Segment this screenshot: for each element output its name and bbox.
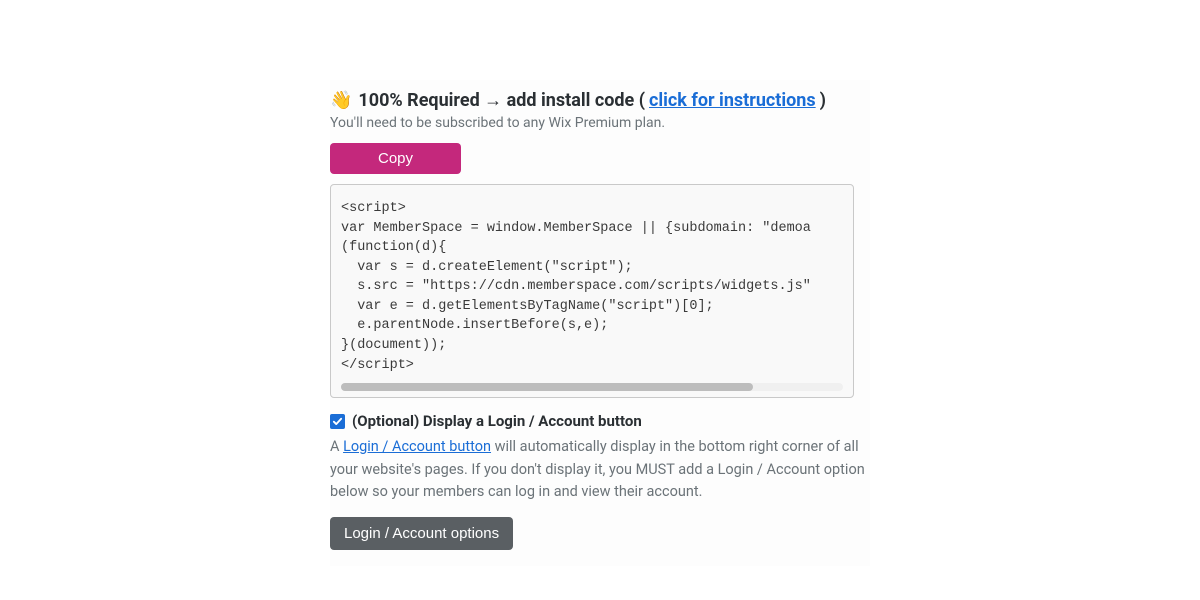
login-account-button-link[interactable]: Login / Account button — [343, 438, 491, 455]
display-login-checkbox[interactable] — [330, 414, 345, 429]
login-account-options-button[interactable]: Login / Account options — [330, 517, 513, 550]
copy-button[interactable]: Copy — [330, 143, 461, 174]
heading-text-after: ) — [820, 90, 826, 111]
scrollbar-thumb[interactable] — [341, 383, 753, 391]
instructions-link[interactable]: click for instructions — [649, 90, 816, 111]
display-login-option-row: (Optional) Display a Login / Account but… — [330, 412, 870, 430]
display-login-label: (Optional) Display a Login / Account but… — [352, 412, 642, 430]
code-snippet: <script> var MemberSpace = window.Member… — [341, 199, 843, 375]
desc-before: A — [330, 438, 343, 455]
subtext: You'll need to be subscribed to any Wix … — [330, 115, 870, 131]
heading-text-before: 100% Required → add install code ( — [358, 90, 645, 111]
heading: 👋 100% Required → add install code (clic… — [330, 90, 870, 111]
code-box[interactable]: <script> var MemberSpace = window.Member… — [330, 184, 854, 398]
install-code-card: 👋 100% Required → add install code (clic… — [330, 80, 870, 566]
display-login-description: A Login / Account button will automatica… — [330, 436, 870, 503]
wave-icon: 👋 — [330, 90, 352, 111]
check-icon — [332, 416, 343, 427]
horizontal-scrollbar[interactable] — [341, 383, 843, 391]
